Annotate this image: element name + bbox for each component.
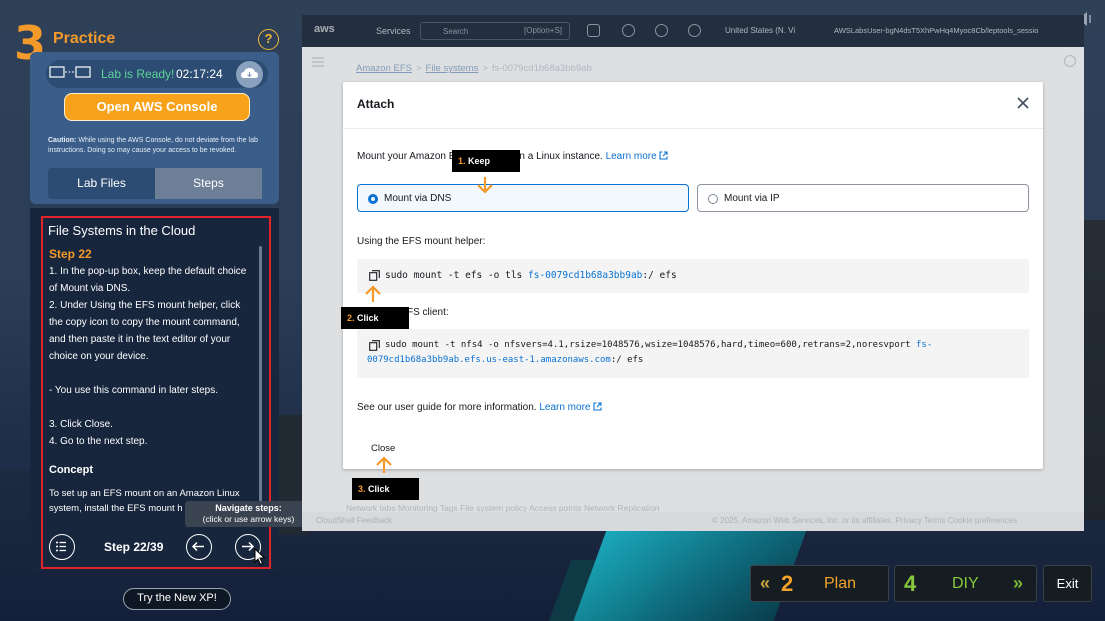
instruction-line: and then paste it in the text editor of … [49, 334, 231, 345]
concept-line: To set up an EFS mount on an Amazon Linu… [49, 488, 240, 499]
step-label: Step 22 [49, 247, 92, 261]
instruction-line: 4. Go to the next step. [49, 436, 148, 447]
navigate-tooltip: Navigate steps: (click or use arrow keys… [185, 501, 312, 527]
instruction-line: 3. Click Close. [49, 419, 113, 430]
close-icon[interactable] [1015, 95, 1031, 111]
option-label: Mount via IP [724, 193, 780, 204]
intro-text-pre: Mount your Amazon E [357, 151, 456, 162]
lab-tabs: Lab Files Steps [48, 168, 262, 199]
previous-step-button[interactable] [186, 534, 212, 560]
option-label: Mount via DNS [384, 193, 452, 204]
callout-click-copy: 2. Click [341, 307, 409, 329]
concept-heading: Concept [49, 464, 93, 476]
intro-text-post: n a Linux instance. [519, 151, 603, 162]
mount-via-ip-option[interactable]: Mount via IP [697, 184, 1029, 212]
instruction-line [49, 365, 254, 382]
instruction-line: the copy icon to copy the mount command, [49, 317, 240, 328]
helper-command-box: sudo mount -t efs -o tls fs-0079cd1b68a3… [357, 259, 1029, 293]
monitor-icon [49, 66, 91, 78]
steps-menu-button[interactable] [49, 534, 75, 560]
instruction-line [49, 399, 254, 416]
copy-icon[interactable] [369, 340, 380, 351]
diy-label: DIY [952, 575, 979, 592]
nfs-command-box: sudo mount -t nfs4 -o nfsvers=4.1,rsize=… [357, 329, 1029, 378]
helper-command: sudo mount -t efs -o tls fs-0079cd1b68a3… [385, 270, 677, 281]
lab-status-text: Lab is Ready! [101, 67, 175, 81]
diy-button[interactable]: 4 DIY » [894, 565, 1037, 602]
cloudshell-icon[interactable] [587, 24, 600, 37]
account-menu[interactable]: AWSLabsUser-bgN4dsT5XhPwHq4Myoc8Cb/lepto… [834, 26, 1038, 35]
plan-label: Plan [824, 575, 857, 592]
plan-button[interactable]: « 2 Plan [750, 565, 889, 602]
learn-more-link[interactable]: Learn more [606, 151, 657, 162]
external-link-icon [659, 151, 669, 160]
instruction-line: 1. In the pop-up box, keep the default c… [49, 266, 247, 277]
try-new-xp-button[interactable]: Try the New XP! [123, 588, 231, 610]
double-chevron-right-icon: » [1013, 573, 1024, 593]
plan-number: 2 [781, 571, 794, 596]
lab-timer: 02:17:24 [176, 67, 223, 81]
nfs-command: sudo mount -t nfs4 -o nfsvers=4.1,rsize=… [385, 340, 933, 350]
instruction-line: - You use this command in later steps. [49, 385, 218, 396]
exit-button[interactable]: Exit [1043, 565, 1092, 602]
steps-scrollbar[interactable] [259, 246, 262, 518]
help-icon[interactable] [655, 24, 668, 37]
bell-icon[interactable] [622, 24, 635, 37]
instruction-line: of Mount via DNS. [49, 283, 131, 294]
help-button[interactable]: ? [258, 29, 279, 50]
open-aws-console-button[interactable]: Open AWS Console [64, 93, 250, 121]
callout-keep: 1. Keep [452, 150, 520, 172]
instruction-line: 2. Under Using the EFS mount helper, cli… [49, 300, 241, 311]
double-chevron-left-icon: « [760, 573, 771, 593]
modal-title: Attach [357, 97, 395, 111]
nfs-command-line2: 0079cd1b68a3bb9ab.efs.us-east-1.amazonaw… [367, 355, 644, 365]
guide-learn-more-link[interactable]: Learn more [539, 402, 590, 413]
mouse-cursor-icon [254, 548, 266, 566]
region-selector[interactable]: United States (N. Vi [725, 26, 795, 35]
cloud-icon [241, 68, 258, 78]
modal-header: Attach [343, 82, 1043, 129]
services-menu[interactable]: Services [376, 26, 411, 36]
steps-title: File Systems in the Cloud [48, 223, 196, 238]
gear-icon[interactable] [688, 24, 701, 37]
tooltip-subtitle: (click or use arrow keys) [202, 514, 295, 524]
radio-unselected-icon [708, 194, 718, 204]
caution-label: Caution: [48, 137, 77, 144]
external-link-icon [593, 402, 602, 411]
cloud-download-button[interactable] [236, 61, 263, 88]
practice-title: Practice [53, 30, 116, 47]
step-counter: Step 22/39 [104, 540, 164, 554]
instruction-line: choice on your device. [49, 351, 149, 362]
arrow-up-icon [376, 456, 392, 473]
search-shortcut: [Option+S] [524, 26, 563, 35]
nfs-client-label: FS client: [407, 307, 449, 318]
step-instructions: 1. In the pop-up box, keep the default c… [49, 263, 254, 450]
tab-steps[interactable]: Steps [155, 168, 262, 199]
arrow-down-icon [477, 177, 493, 194]
guide-text: See our user guide for more information.… [357, 402, 602, 413]
radio-selected-icon [368, 194, 378, 204]
mount-via-dns-option[interactable]: Mount via DNS [357, 184, 689, 212]
tab-lab-files[interactable]: Lab Files [48, 168, 155, 199]
caution-text: While using the AWS Console, do not devi… [48, 137, 258, 154]
arrow-left-icon [191, 541, 204, 552]
copy-icon[interactable] [369, 270, 380, 281]
list-icon [56, 541, 66, 552]
callout-click-close: 3. Click [352, 478, 419, 500]
aws-top-nav: aws Services Search [Option+S] United St… [302, 15, 1084, 47]
close-button[interactable]: Close [371, 443, 395, 454]
helper-label: Using the EFS mount helper: [357, 236, 486, 247]
tooltip-title: Navigate steps: [215, 503, 282, 513]
diy-number: 4 [904, 571, 917, 596]
caution-note: Caution: While using the AWS Console, do… [48, 136, 273, 156]
aws-logo[interactable]: aws [314, 23, 335, 35]
arrow-up-icon [365, 285, 381, 302]
